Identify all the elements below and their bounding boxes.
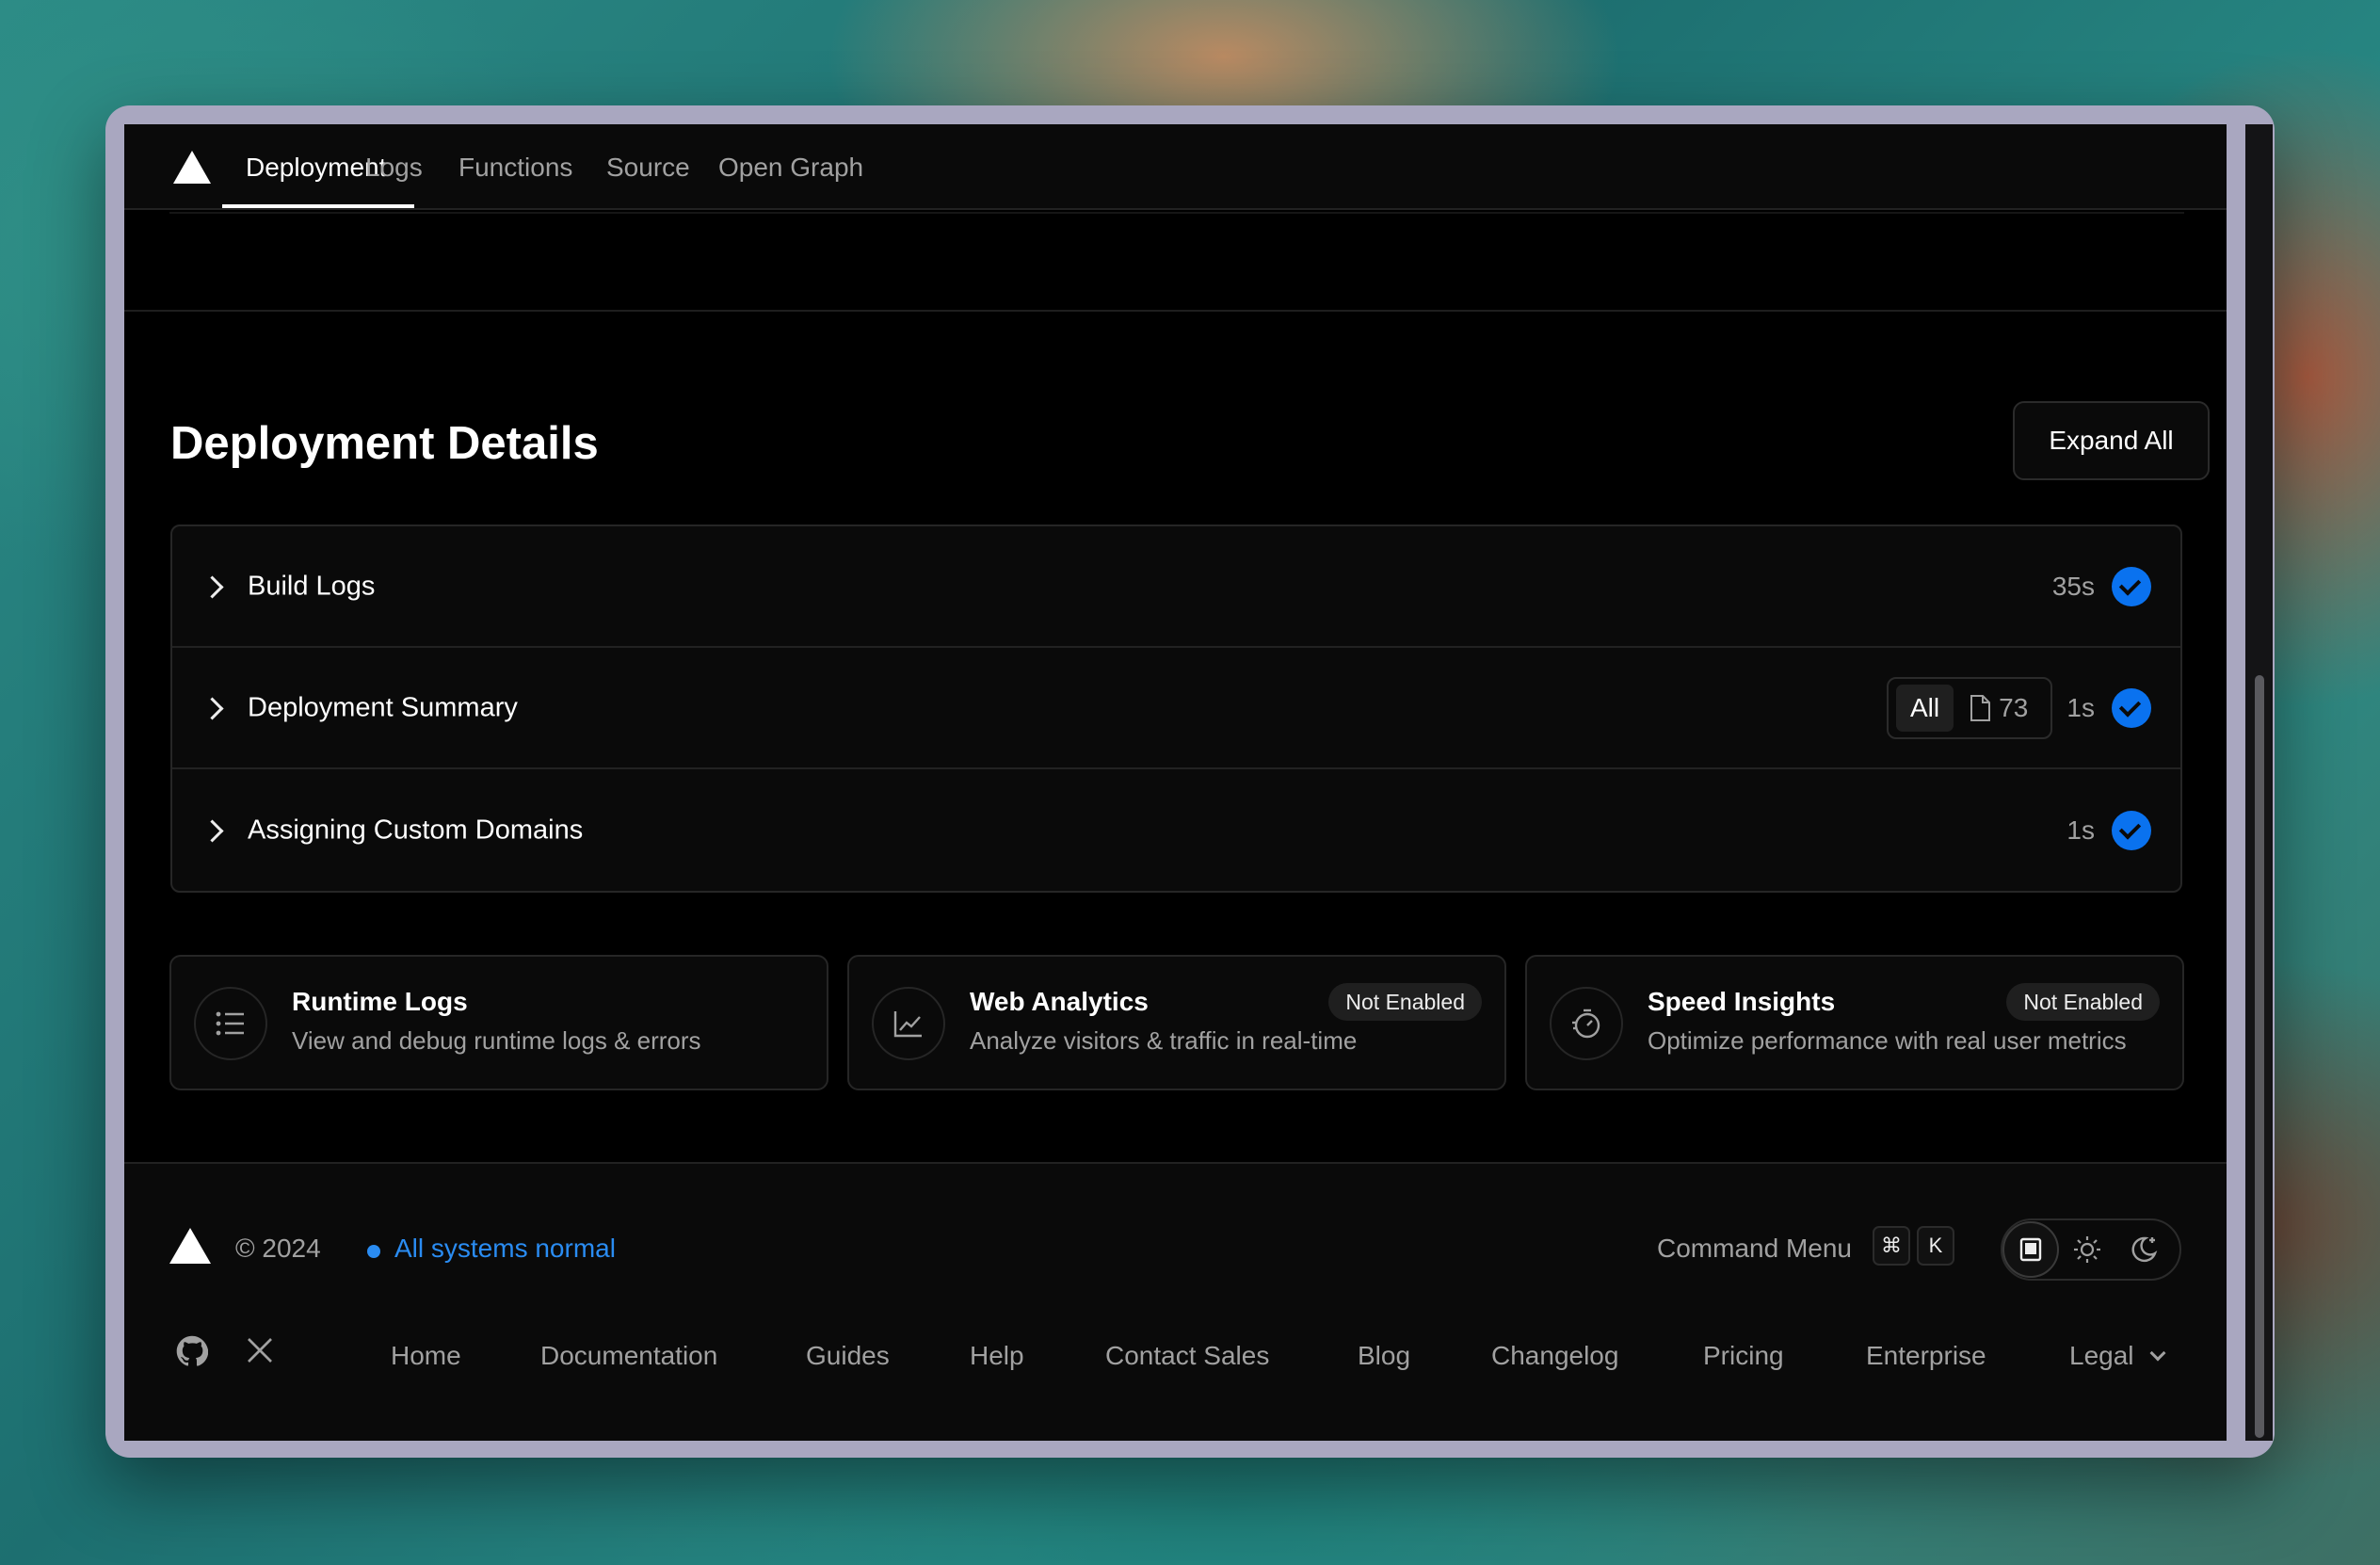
file-icon [1970,694,1991,721]
x-logo-icon[interactable] [245,1335,275,1365]
status-dot-icon [367,1245,380,1258]
dark-theme-button[interactable] [2115,1221,2172,1278]
card-speed-insights[interactable]: Speed Insights Optimize performance with… [1525,955,2184,1090]
footer-link-home[interactable]: Home [391,1341,461,1371]
vercel-logo-icon[interactable] [173,151,211,184]
step-label: Build Logs [248,571,376,601]
scrollbar-thumb[interactable] [2255,675,2264,1438]
kbd-cmd: ⌘ [1873,1226,1910,1266]
footer-link-enterprise[interactable]: Enterprise [1866,1341,1986,1371]
list-icon [194,987,267,1060]
card-runtime-logs[interactable]: Runtime Logs View and debug runtime logs… [169,955,828,1090]
status-badge: Not Enabled [1328,983,1482,1021]
footer-link-changelog[interactable]: Changelog [1491,1341,1618,1371]
chevron-right-icon [201,574,224,599]
summary-filter-group: All 73 [1887,676,2052,739]
tab-logs[interactable]: Logs [365,153,423,183]
chart-icon [872,987,945,1060]
filter-all-button[interactable]: All [1896,684,1954,732]
step-label: Deployment Summary [248,692,518,722]
tab-open-graph[interactable]: Open Graph [718,153,863,183]
step-row-deployment-summary[interactable]: Deployment Summary All 73 1s [172,648,2180,769]
step-duration: 1s [2066,815,2095,845]
kbd-k: K [1917,1226,1954,1266]
monitor-icon [2019,1237,2042,1262]
footer-link-legal[interactable]: Legal [2069,1341,2166,1371]
legal-label: Legal [2069,1341,2134,1370]
card-subtitle: Analyze visitors & traffic in real-time [970,1026,1358,1055]
browser-window: Deployment Logs Functions Source Open Gr… [105,105,2275,1458]
expand-all-button[interactable]: Expand All [2013,401,2210,480]
system-status-link[interactable]: All systems normal [394,1234,616,1264]
deployment-steps-panel: Build Logs 35s Deployment Summary All 73… [170,524,2182,893]
step-row-build-logs[interactable]: Build Logs 35s [172,526,2180,648]
tab-functions[interactable]: Functions [458,153,572,183]
tab-source[interactable]: Source [606,153,690,183]
chevron-right-icon [201,696,224,720]
check-circle-icon [2112,687,2151,728]
card-title: Speed Insights [1648,987,1836,1016]
footer-link-documentation[interactable]: Documentation [540,1341,717,1371]
card-subtitle: Optimize performance with real user metr… [1648,1026,2127,1055]
copyright: © 2024 [235,1234,321,1263]
check-circle-icon [2112,810,2151,850]
step-label: Assigning Custom Domains [248,815,584,845]
footer-link-contact-sales[interactable]: Contact Sales [1105,1341,1269,1371]
command-menu-label[interactable]: Command Menu [1657,1234,1852,1264]
system-theme-button[interactable] [2002,1221,2059,1278]
card-title: Web Analytics [970,987,1149,1016]
stopwatch-icon [1550,987,1623,1060]
chevron-down-icon [2149,1345,2166,1362]
chevron-right-icon [201,818,224,843]
sun-icon [2074,1236,2100,1263]
check-circle-icon [2112,566,2151,606]
moon-icon [2131,1236,2158,1263]
light-theme-button[interactable] [2059,1221,2115,1278]
footer-link-guides[interactable]: Guides [806,1341,890,1371]
scrollbar[interactable] [2245,124,2273,1441]
active-tab-indicator [222,204,414,208]
step-row-custom-domains[interactable]: Assigning Custom Domains 1s [172,769,2180,891]
footer-link-blog[interactable]: Blog [1358,1341,1410,1371]
page-title: Deployment Details [170,418,599,469]
step-duration: 35s [2051,571,2095,601]
card-subtitle: View and debug runtime logs & errors [292,1026,701,1055]
github-icon[interactable] [176,1335,208,1367]
step-duration: 1s [2066,692,2095,722]
status-badge: Not Enabled [2006,983,2160,1021]
vercel-logo-icon[interactable] [169,1228,211,1264]
theme-switcher [2001,1218,2181,1281]
footer-link-help[interactable]: Help [970,1341,1024,1371]
card-web-analytics[interactable]: Web Analytics Analyze visitors & traffic… [847,955,1506,1090]
top-navigation: Deployment Logs Functions Source Open Gr… [124,124,2227,210]
divider [169,212,2184,214]
file-count: 73 [1999,692,2029,722]
card-title: Runtime Logs [292,987,468,1016]
footer-link-pricing[interactable]: Pricing [1703,1341,1784,1371]
footer: © 2024 All systems normal Command Menu ⌘… [124,1162,2227,1441]
divider [124,310,2227,312]
page-viewport: Deployment Logs Functions Source Open Gr… [124,124,2227,1441]
